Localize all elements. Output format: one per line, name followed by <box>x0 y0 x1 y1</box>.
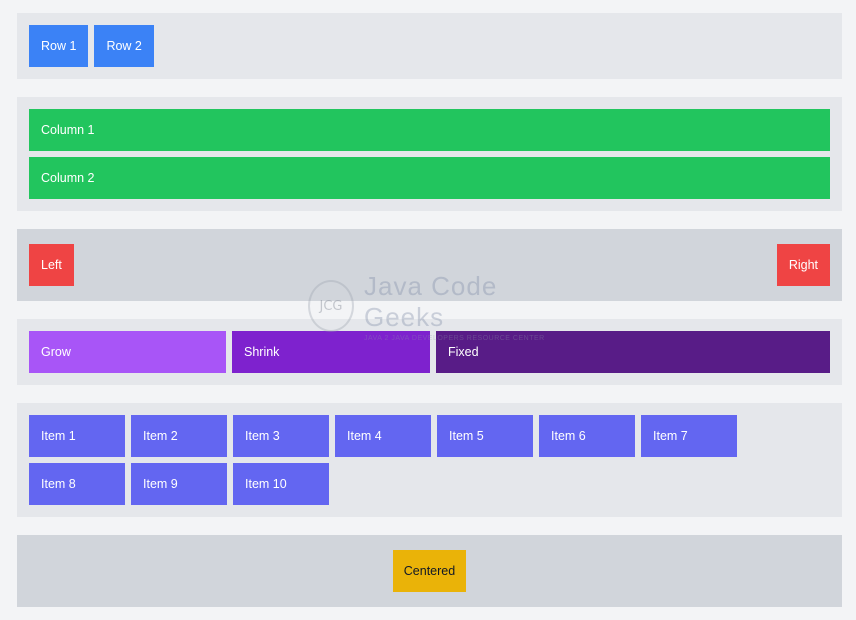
left-item: Left <box>29 244 74 286</box>
wrap-item-5: Item 5 <box>437 415 533 457</box>
grow-item: Grow <box>29 331 226 373</box>
wrap-item-4: Item 4 <box>335 415 431 457</box>
wrap-item-1: Item 1 <box>29 415 125 457</box>
wrap-item-3: Item 3 <box>233 415 329 457</box>
row-panel: Row 1 Row 2 <box>17 13 842 79</box>
column-panel: Column 1 Column 2 <box>17 97 842 211</box>
row-item-2: Row 2 <box>94 25 154 67</box>
column-item-1: Column 1 <box>29 109 830 151</box>
center-panel: Centered <box>17 535 842 607</box>
fixed-item: Fixed <box>436 331 830 373</box>
column-item-2: Column 2 <box>29 157 830 199</box>
wrap-panel: Item 1 Item 2 Item 3 Item 4 Item 5 Item … <box>17 403 842 517</box>
flexbox-demo-page: Row 1 Row 2 Column 1 Column 2 Left Right… <box>0 0 856 620</box>
wrap-item-10: Item 10 <box>233 463 329 505</box>
wrap-item-6: Item 6 <box>539 415 635 457</box>
shrink-item: Shrink <box>232 331 430 373</box>
centered-item: Centered <box>393 550 466 592</box>
wrap-item-7: Item 7 <box>641 415 737 457</box>
wrap-item-9: Item 9 <box>131 463 227 505</box>
grow-shrink-panel: Grow Shrink Fixed <box>17 319 842 385</box>
wrap-item-8: Item 8 <box>29 463 125 505</box>
row-item-1: Row 1 <box>29 25 89 67</box>
space-between-panel: Left Right <box>17 229 842 301</box>
right-item: Right <box>776 244 830 286</box>
wrap-item-2: Item 2 <box>131 415 227 457</box>
